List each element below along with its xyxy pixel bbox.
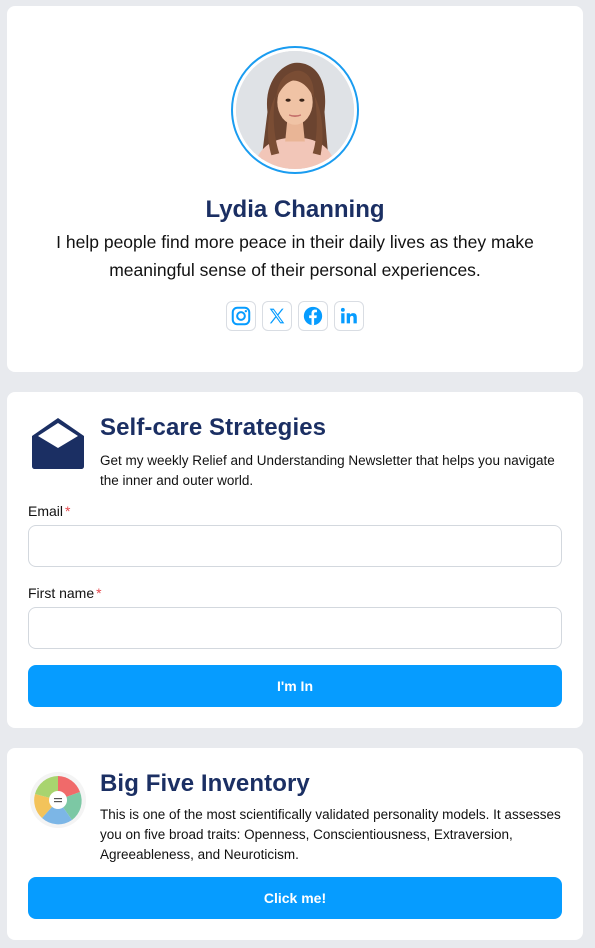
avatar — [231, 46, 359, 174]
facebook-icon — [303, 306, 323, 326]
first-name-field[interactable] — [28, 607, 562, 649]
first-name-label-text: First name — [28, 585, 95, 601]
social-links — [7, 301, 583, 331]
envelope-icon — [32, 418, 84, 469]
email-label: Email * — [28, 503, 70, 519]
big-five-description: This is one of the most scientifically v… — [100, 807, 561, 862]
linkedin-link[interactable] — [334, 301, 364, 331]
x-icon — [269, 308, 285, 324]
big-five-thumbnail — [30, 772, 86, 828]
required-mark: * — [96, 585, 102, 601]
newsletter-description: Get my weekly Relief and Understanding N… — [100, 453, 555, 488]
profile-card: Lydia Channing I help people find more p… — [7, 6, 583, 372]
first-name-label: First name * — [28, 585, 102, 601]
email-field[interactable] — [28, 525, 562, 567]
newsletter-card: Self-care Strategies Get my weekly Relie… — [7, 392, 583, 728]
im-in-button[interactable]: I'm In — [28, 665, 562, 707]
linkedin-icon — [340, 307, 357, 324]
profile-name: Lydia Channing — [205, 196, 385, 223]
email-label-text: Email — [28, 503, 64, 519]
x-link[interactable] — [262, 301, 292, 331]
big-five-title: Big Five Inventory — [100, 770, 310, 797]
required-mark: * — [65, 503, 71, 519]
instagram-icon — [231, 306, 251, 326]
click-me-button[interactable]: Click me! — [28, 877, 562, 919]
facebook-link[interactable] — [298, 301, 328, 331]
portrait-photo — [236, 51, 354, 169]
newsletter-title: Self-care Strategies — [100, 414, 327, 441]
profile-bio: I help people find more peace in their d… — [56, 232, 534, 280]
instagram-link[interactable] — [226, 301, 256, 331]
big-five-card: Big Five Inventory This is one of the mo… — [7, 748, 583, 940]
